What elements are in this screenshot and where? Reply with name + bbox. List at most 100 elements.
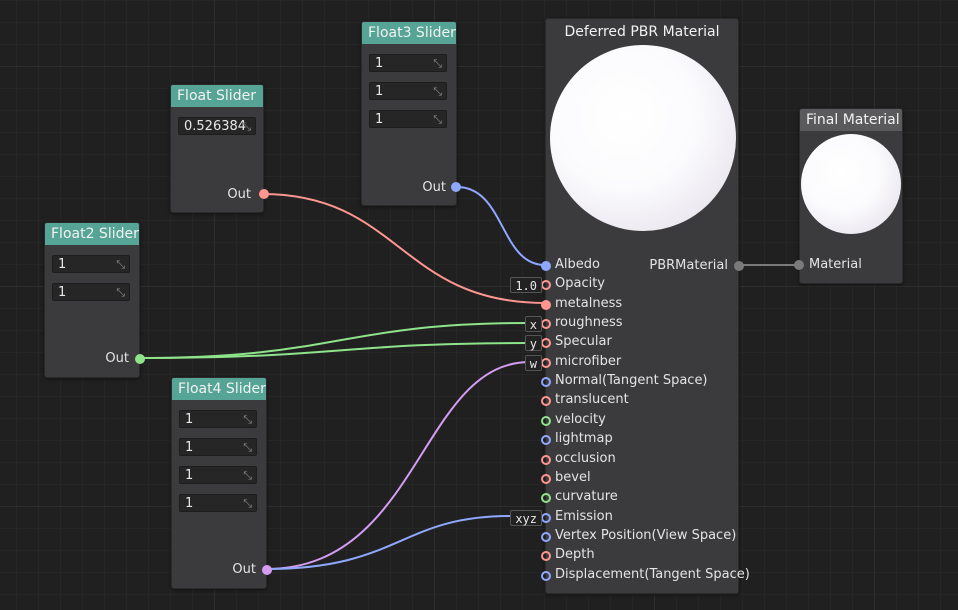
edit-icon[interactable]: ⤡ bbox=[243, 467, 252, 485]
pbr-input-label-1: Opacity bbox=[555, 276, 606, 292]
edit-icon[interactable]: ⤡ bbox=[116, 256, 125, 274]
pbr-input-label-7: translucent bbox=[555, 392, 629, 408]
float-slider-out-port[interactable] bbox=[259, 189, 269, 199]
pbr-input-port-8[interactable] bbox=[541, 415, 551, 426]
float3-slider-z-value: 1 bbox=[375, 112, 384, 127]
wire-float2-to-roughness bbox=[138, 322, 531, 359]
float4-slider-out-label: Out bbox=[232, 562, 256, 577]
float2-slider-node[interactable]: Float2 Slider 1 ⤡ 1 ⤡ Out bbox=[44, 222, 145, 378]
float-slider-value-field[interactable]: 0.526384 ⤡ bbox=[178, 117, 256, 135]
wire-float-to-metalness bbox=[261, 193, 546, 304]
final-material-node[interactable]: Final Material Material bbox=[794, 108, 903, 284]
pbr-input-label-9: lightmap bbox=[555, 431, 613, 447]
pbr-input-port-15[interactable] bbox=[541, 551, 551, 562]
float3-slider-y-field[interactable]: 1 ⤡ bbox=[369, 82, 447, 100]
edit-icon[interactable]: ⤡ bbox=[243, 439, 252, 457]
pbr-input-label-12: curvature bbox=[555, 489, 618, 505]
edit-icon[interactable]: ⤡ bbox=[242, 118, 251, 136]
pbr-material-title: Deferred PBR Material bbox=[564, 24, 720, 40]
pbr-input-port-2[interactable] bbox=[541, 299, 551, 310]
float-slider-title: Float Slider bbox=[171, 85, 263, 107]
pbr-input-port-1[interactable] bbox=[541, 280, 551, 291]
pbr-input-label-3: roughness bbox=[555, 315, 623, 331]
pbr-output-port[interactable] bbox=[734, 261, 744, 271]
edit-icon[interactable]: ⤡ bbox=[243, 411, 252, 429]
final-material-title: Final Material bbox=[800, 109, 902, 131]
float2-slider-out-label: Out bbox=[105, 351, 129, 366]
float4-slider-w-value: 1 bbox=[185, 496, 194, 511]
pbr-input-label-8: velocity bbox=[555, 411, 606, 427]
edit-icon[interactable]: ⤡ bbox=[433, 55, 442, 73]
final-material-input-port[interactable] bbox=[794, 260, 804, 270]
float3-slider-y-value: 1 bbox=[375, 84, 384, 99]
wire-float4-to-emission bbox=[265, 515, 511, 570]
pbr-input-label-14: Vertex Position(View Space) bbox=[555, 527, 737, 543]
pbr-input-port-13[interactable] bbox=[541, 512, 551, 523]
pbr-input-port-16[interactable] bbox=[541, 570, 551, 581]
pbr-input-port-10[interactable] bbox=[541, 454, 551, 465]
pbr-input-swizzle-4[interactable]: y bbox=[524, 335, 542, 352]
float-slider-node[interactable]: Float Slider 0.526384 ⤡ Out bbox=[170, 84, 269, 213]
pbr-input-label-15: Depth bbox=[555, 547, 595, 563]
pbr-input-port-6[interactable] bbox=[541, 377, 551, 388]
pbr-input-swizzle-3[interactable]: x bbox=[524, 316, 542, 333]
float4-slider-title: Float4 Slider bbox=[172, 378, 266, 400]
pbr-input-port-0[interactable] bbox=[541, 261, 551, 271]
float4-slider-x-value: 1 bbox=[185, 412, 194, 427]
pbr-input-port-11[interactable] bbox=[541, 473, 551, 484]
float3-slider-x-value: 1 bbox=[375, 56, 384, 71]
float2-slider-y-field[interactable]: 1 ⤡ bbox=[52, 283, 130, 301]
edit-icon[interactable]: ⤡ bbox=[116, 284, 125, 302]
float4-slider-y-field[interactable]: 1 ⤡ bbox=[179, 438, 257, 456]
pbr-input-label-4: Specular bbox=[555, 334, 612, 350]
wire-float3-to-albedo bbox=[456, 186, 546, 266]
pbr-input-swizzle-13[interactable]: xyz bbox=[510, 509, 542, 526]
pbr-input-label-11: bevel bbox=[555, 469, 591, 485]
float3-slider-title: Float3 Slider bbox=[362, 22, 456, 44]
pbr-input-port-5[interactable] bbox=[541, 357, 551, 368]
float3-slider-x-field[interactable]: 1 ⤡ bbox=[369, 54, 447, 72]
float-slider-value: 0.526384 bbox=[184, 119, 247, 134]
pbr-input-swizzle-5[interactable]: w bbox=[524, 354, 542, 371]
float3-slider-node[interactable]: Float3 Slider 1 ⤡ 1 ⤡ 1 ⤡ Out bbox=[361, 21, 461, 206]
pbr-input-port-9[interactable] bbox=[541, 435, 551, 446]
connection-wires bbox=[138, 186, 798, 570]
edit-icon[interactable]: ⤡ bbox=[433, 83, 442, 101]
pbr-input-label-10: occlusion bbox=[555, 450, 616, 466]
pbr-input-port-14[interactable] bbox=[541, 531, 551, 542]
float3-slider-out-port[interactable] bbox=[451, 182, 461, 192]
edit-icon[interactable]: ⤡ bbox=[433, 111, 442, 129]
pbr-input-label-16: Displacement(Tangent Space) bbox=[555, 566, 750, 582]
pbr-input-port-3[interactable] bbox=[541, 319, 551, 330]
float2-slider-y-value: 1 bbox=[58, 285, 67, 300]
pbr-input-label-0: Albedo bbox=[555, 257, 600, 272]
pbr-input-swizzle-1[interactable]: 1.0 bbox=[510, 277, 542, 294]
edit-icon[interactable]: ⤡ bbox=[243, 495, 252, 513]
float2-slider-out-port[interactable] bbox=[135, 354, 145, 364]
float4-slider-x-field[interactable]: 1 ⤡ bbox=[179, 410, 257, 428]
wire-float4-to-microfiber bbox=[265, 361, 531, 570]
float2-slider-x-field[interactable]: 1 ⤡ bbox=[52, 255, 130, 273]
pbr-material-node[interactable]: Deferred PBR Material PBRMaterial Albedo… bbox=[510, 18, 750, 594]
float3-slider-z-field[interactable]: 1 ⤡ bbox=[369, 110, 447, 128]
float4-slider-z-field[interactable]: 1 ⤡ bbox=[179, 466, 257, 484]
float2-slider-x-value: 1 bbox=[58, 257, 67, 272]
final-material-input-label: Material bbox=[809, 257, 862, 272]
float4-slider-node[interactable]: Float4 Slider 1 ⤡ 1 ⤡ 1 ⤡ 1 ⤡ Out bbox=[171, 377, 272, 589]
float4-slider-z-value: 1 bbox=[185, 468, 194, 483]
pbr-input-port-4[interactable] bbox=[541, 338, 551, 349]
pbr-input-port-7[interactable] bbox=[541, 396, 551, 407]
float2-slider-title: Float2 Slider bbox=[45, 223, 139, 245]
float4-slider-y-value: 1 bbox=[185, 440, 194, 455]
pbr-input-label-2: metalness bbox=[555, 295, 623, 311]
final-preview-sphere bbox=[801, 134, 901, 234]
pbr-input-port-12[interactable] bbox=[541, 493, 551, 504]
pbr-input-label-13: Emission bbox=[555, 508, 613, 524]
pbr-output-label: PBRMaterial bbox=[649, 258, 728, 273]
pbr-input-label-5: microfiber bbox=[555, 353, 622, 369]
float4-slider-w-field[interactable]: 1 ⤡ bbox=[179, 494, 257, 512]
float4-slider-out-port[interactable] bbox=[262, 565, 272, 575]
float3-slider-out-label: Out bbox=[422, 180, 446, 195]
float-slider-out-label: Out bbox=[227, 187, 251, 202]
pbr-preview-sphere bbox=[550, 45, 736, 231]
